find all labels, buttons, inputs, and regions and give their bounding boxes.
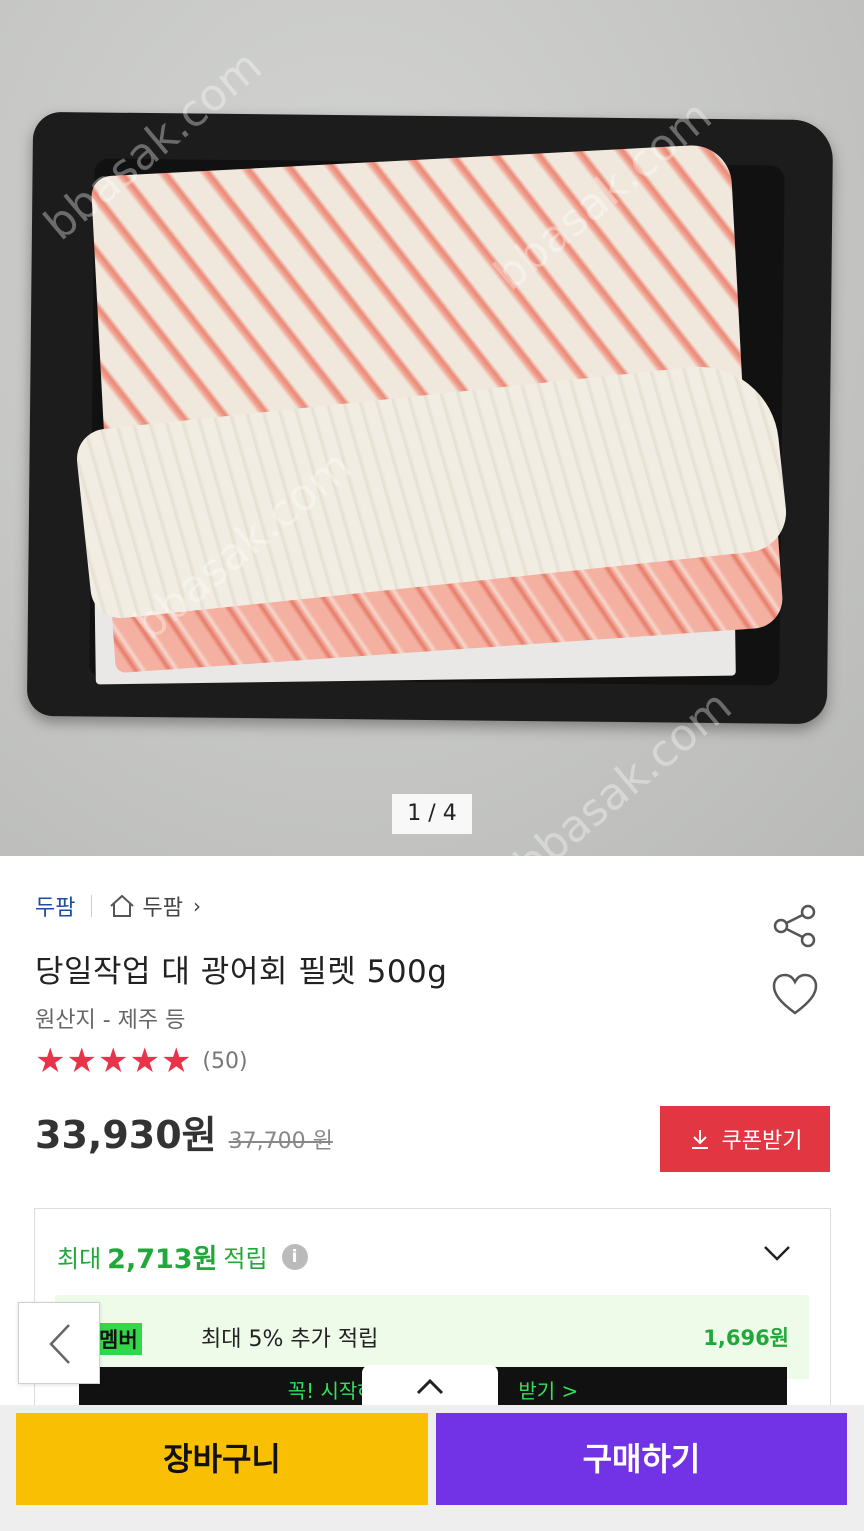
bottom-action-bar: 장바구니 구매하기 [0,1405,864,1531]
chevron-left-icon [49,1324,70,1364]
star-icon: ★ [66,1041,97,1081]
star-icon: ★ [35,1041,66,1081]
store-link[interactable]: 두팜 [35,890,75,922]
download-icon [691,1130,708,1149]
store-home-link[interactable]: 두팜 › [108,890,201,922]
points-prefix: 최대 [57,1245,102,1273]
member-badge: 멤버 [95,1323,142,1355]
chevron-down-icon[interactable] [762,1243,792,1263]
share-icon[interactable] [770,903,820,949]
price-row: 33,930원 37,700 원 [35,1104,333,1159]
coupon-button[interactable]: 쿠폰받기 [660,1106,830,1172]
image-counter: 1 / 4 [392,794,472,834]
chevron-right-icon: › [192,894,201,918]
review-count: (50) [202,1048,248,1074]
member-benefit-text: 최대 5% 추가 적립 [201,1327,379,1352]
rating-row[interactable]: ★ ★ ★ ★ ★ (50) [35,1044,248,1078]
back-button[interactable] [18,1302,100,1384]
points-amount: 2,713원 [107,1244,218,1275]
product-origin: 원산지 - 제주 등 [35,1008,186,1033]
heart-icon[interactable] [770,972,820,1018]
sale-price: 33,930원 [35,1113,217,1157]
buy-now-button[interactable]: 구매하기 [436,1413,847,1505]
home-icon [110,894,135,917]
info-icon[interactable]: i [281,1243,308,1270]
product-title: 당일작업 대 광어회 필렛 500g [35,954,448,990]
divider [91,895,93,917]
add-to-cart-button[interactable]: 장바구니 [16,1413,428,1505]
star-icon: ★ [97,1041,129,1081]
points-summary[interactable]: 최대 2,713원 적립 i [57,1237,308,1276]
promo-text-right: 받기 > [518,1379,579,1403]
star-icon: ★ [129,1041,160,1081]
store-home-label: 두팜 [142,896,183,921]
original-price: 37,700 원 [228,1129,333,1154]
store-row: 두팜 두팜 › [35,890,201,922]
points-suffix: 적립 [223,1245,268,1273]
product-image[interactable]: bbasak.com bbasak.com bbasak.com bbasak.… [0,0,864,856]
star-icon: ★ [160,1041,192,1081]
member-benefit-amount: 1,696원 [703,1326,789,1350]
coupon-label: 쿠폰받기 [721,1129,803,1154]
